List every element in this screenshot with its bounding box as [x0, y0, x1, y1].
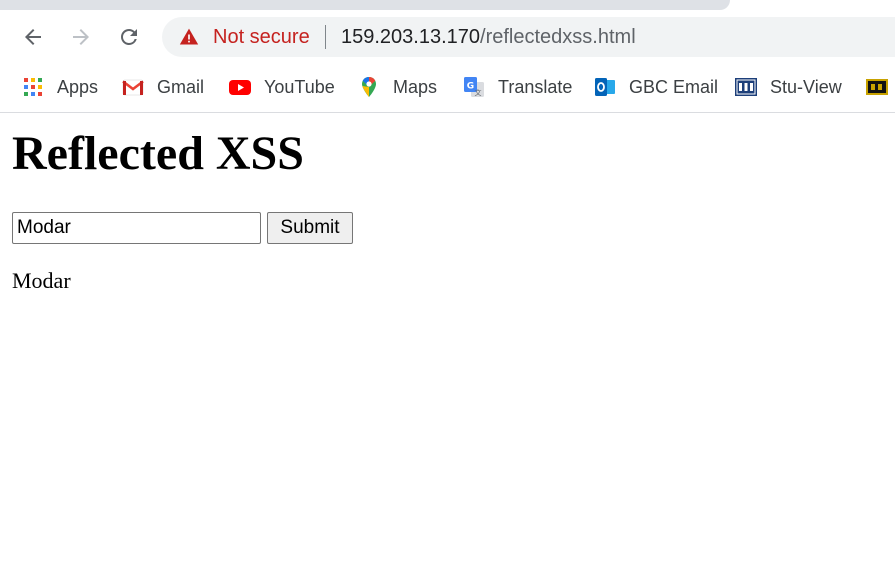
bookmark-maps[interactable]: Maps [358, 74, 437, 100]
reflected-output: Modar [12, 268, 71, 293]
forward-arrow-icon [73, 29, 89, 45]
bookmark-gbc-email[interactable]: GBC Email [594, 74, 718, 100]
youtube-icon [229, 76, 251, 98]
bookmark-label: GBC Email [629, 76, 719, 97]
url-text[interactable]: 159.203.13.170/reflectedxss.html [341, 26, 636, 48]
active-tab-edge[interactable] [0, 0, 730, 10]
security-status-label[interactable]: Not secure [213, 26, 310, 48]
bookmark-label: YouTube [264, 76, 335, 97]
tab-strip [0, 0, 895, 11]
address-bar[interactable]: Not secure 159.203.13.170/reflectedxss.h… [162, 17, 895, 57]
bookmark-label: Stu-View [770, 76, 842, 97]
name-input[interactable] [12, 212, 261, 244]
url-host: 159.203.13.170 [341, 26, 481, 48]
blackboard-icon [866, 76, 888, 98]
submit-button[interactable]: Submit [267, 212, 353, 244]
reload-icon [121, 29, 137, 45]
back-arrow-icon [25, 29, 41, 45]
bookmark-stu-view[interactable]: Stu-View [735, 74, 842, 100]
bookmark-label: Apps [57, 76, 99, 97]
browser-toolbar: Not secure 159.203.13.170/reflectedxss.h… [0, 11, 895, 65]
bookmark-label: Gmail [157, 76, 205, 97]
maps-pin-icon [358, 76, 380, 98]
bookmark-gmail[interactable]: Gmail [122, 74, 204, 100]
apps-grid-icon [22, 76, 44, 98]
outlook-icon [594, 76, 616, 98]
bookmark-youtube[interactable]: YouTube [229, 74, 335, 100]
bookmarks-bar: Apps Gmail YouTube Maps G 文 Translate GB… [0, 65, 895, 113]
reload-button[interactable] [115, 23, 143, 51]
translate-icon: G 文 [463, 76, 485, 98]
bookmark-apps[interactable]: Apps [22, 74, 98, 100]
page-title: Reflected XSS [12, 127, 304, 180]
bookmark-blackboard[interactable] [866, 74, 895, 100]
bookmark-label: Translate [498, 76, 573, 97]
back-button[interactable] [19, 23, 47, 51]
url-path: /reflectedxss.html [480, 26, 636, 48]
svg-text:文: 文 [475, 88, 482, 97]
gbc-logo-icon [735, 76, 757, 98]
page-content: Reflected XSS Submit Modar [0, 113, 895, 565]
forward-button[interactable] [67, 23, 95, 51]
omnibox-divider [325, 25, 326, 49]
svg-text:G: G [467, 82, 474, 92]
gmail-icon [122, 76, 144, 98]
warning-triangle-icon[interactable] [179, 27, 199, 47]
bookmark-translate[interactable]: G 文 Translate [463, 74, 572, 100]
bookmark-label: Maps [393, 76, 438, 97]
